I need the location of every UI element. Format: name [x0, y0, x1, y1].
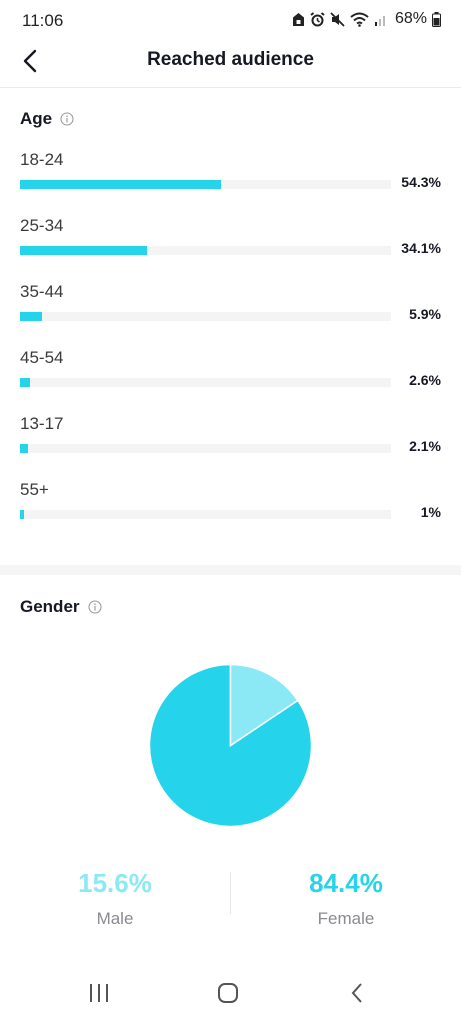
- battery-percent: 68%: [394, 10, 427, 27]
- bar-track: [20, 378, 391, 387]
- age-range-label: 45-54: [20, 348, 64, 367]
- bar-fill: [20, 378, 30, 387]
- mute-icon: [330, 11, 345, 27]
- age-range-label: 13-17: [20, 414, 64, 433]
- age-row: 45-54 2.6%: [20, 348, 445, 398]
- age-percent: 54.3%: [401, 174, 441, 190]
- age-row: 55+ 1%: [20, 480, 445, 530]
- home-lock-icon: [292, 12, 305, 27]
- bar-fill: [20, 180, 222, 189]
- age-range-label: 35-44: [20, 282, 64, 301]
- battery-icon: [432, 11, 441, 27]
- bar-fill: [20, 246, 147, 255]
- age-range-label: 55+: [20, 480, 49, 499]
- age-row: 25-34 34.1%: [20, 216, 445, 266]
- header: Reached audience: [0, 40, 461, 88]
- age-row: 35-44 5.9%: [20, 282, 445, 332]
- age-percent: 1%: [420, 504, 441, 520]
- age-percent: 34.1%: [401, 240, 441, 256]
- bar-track: [20, 246, 391, 255]
- gender-title: Gender: [20, 597, 80, 616]
- gender-pie-chart: [148, 663, 313, 828]
- male-stat: 15.6% Male: [0, 868, 230, 929]
- age-section-title: Age: [20, 109, 74, 129]
- age-title: Age: [20, 109, 53, 128]
- info-icon[interactable]: [60, 112, 74, 126]
- female-stat: 84.4% Female: [231, 868, 461, 929]
- bar-fill: [20, 312, 42, 321]
- section-divider: [0, 565, 461, 575]
- recents-icon: [88, 983, 110, 1008]
- nav-back-button[interactable]: [337, 980, 377, 1010]
- age-range-label: 25-34: [20, 216, 64, 235]
- age-row: 18-24 54.3%: [20, 150, 445, 200]
- age-percent: 2.6%: [409, 372, 441, 388]
- page-title: Reached audience: [147, 49, 314, 70]
- system-nav-bar: [0, 968, 461, 1024]
- male-label: Male: [96, 909, 134, 928]
- nav-back-icon: [350, 982, 364, 1009]
- info-icon[interactable]: [87, 600, 102, 614]
- alarm-icon: [310, 11, 325, 27]
- status-icons: 68%: [292, 10, 441, 28]
- age-percent: 2.1%: [409, 438, 441, 454]
- female-percent: 84.4%: [309, 868, 383, 898]
- wifi-icon: [350, 12, 369, 27]
- status-bar: 11:06 68%: [0, 0, 461, 40]
- bar-fill: [20, 510, 24, 519]
- age-row: 13-17 2.1%: [20, 414, 445, 464]
- age-range-label: 18-24: [20, 150, 64, 169]
- bar-track: [20, 180, 391, 189]
- bar-track: [20, 312, 391, 321]
- home-icon: [217, 982, 239, 1009]
- nav-recents-button[interactable]: [79, 980, 119, 1010]
- age-percent: 5.9%: [409, 306, 441, 322]
- bar-track: [20, 510, 391, 519]
- status-time: 11:06: [22, 11, 64, 30]
- gender-section-title: Gender: [20, 597, 102, 617]
- bar-track: [20, 444, 391, 453]
- bar-fill: [20, 444, 28, 453]
- nav-home-button[interactable]: [208, 980, 248, 1010]
- female-label: Female: [317, 909, 375, 928]
- male-percent: 15.6%: [78, 868, 152, 898]
- signal-icon: [374, 12, 388, 26]
